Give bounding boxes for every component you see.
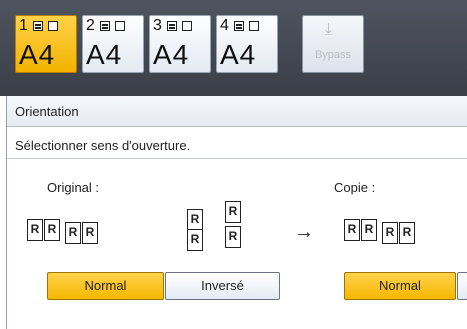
paper-size: A4 <box>220 39 257 70</box>
arrow-right-icon: → <box>294 221 314 243</box>
copy-normal-button[interactable]: Normal <box>344 272 456 300</box>
paper-orientation-icon <box>182 21 192 31</box>
tray-number: 1 <box>19 17 28 34</box>
bypass-tray-button[interactable]: ⤓ Bypass <box>302 15 364 73</box>
original-label: Original : <box>47 180 100 195</box>
orientation-panel: Orientation Sélectionner sens d'ouvertur… <box>6 96 467 329</box>
paper-size: A4 <box>153 39 190 70</box>
tray-selection-bar: 1 A4 2 A4 3 A4 4 A4 ⤓ Bypass <box>0 0 467 92</box>
instruction-text: Sélectionner sens d'ouverture. <box>15 138 191 153</box>
tray-4-button[interactable]: 4 A4 <box>216 15 278 73</box>
paper-stack-icon <box>167 21 177 31</box>
tray-2-button[interactable]: 2 A4 <box>82 15 144 73</box>
document-page: R <box>82 222 98 244</box>
paper-stack-icon <box>234 21 244 31</box>
document-page: R <box>382 222 398 244</box>
tray-1-button[interactable]: 1 A4 <box>15 15 77 73</box>
paper-orientation-icon <box>48 21 58 31</box>
paper-stack-icon <box>100 21 110 31</box>
tray-number: 2 <box>86 17 95 34</box>
original-inverse-button[interactable]: Inversé <box>165 272 280 300</box>
document-page: R <box>225 226 241 248</box>
document-page: R <box>361 219 377 241</box>
panel-header: Orientation <box>7 96 467 127</box>
bypass-label: Bypass <box>314 49 352 61</box>
paper-stack-icon <box>33 21 43 31</box>
copy-inverse-button[interactable] <box>457 272 467 300</box>
document-page: R <box>225 201 241 223</box>
tray-arrow-down-icon: ⤓ <box>325 21 333 38</box>
paper-size: A4 <box>86 39 123 70</box>
document-page: R <box>27 219 43 241</box>
copy-label: Copie : <box>334 180 376 195</box>
paper-orientation-icon <box>115 21 125 31</box>
document-page: R <box>344 219 360 241</box>
document-page: R <box>399 222 415 244</box>
panel-title: Orientation <box>15 104 79 119</box>
tray-3-button[interactable]: 3 A4 <box>149 15 211 73</box>
paper-size: A4 <box>19 39 56 70</box>
document-page: R <box>44 219 60 241</box>
divider <box>7 158 467 159</box>
original-normal-button[interactable]: Normal <box>47 272 164 300</box>
tray-number: 4 <box>220 17 229 34</box>
document-page: R <box>187 209 203 231</box>
tray-number: 3 <box>153 17 162 34</box>
document-page: R <box>65 222 81 244</box>
document-page: R <box>187 229 203 251</box>
paper-orientation-icon <box>249 21 259 31</box>
